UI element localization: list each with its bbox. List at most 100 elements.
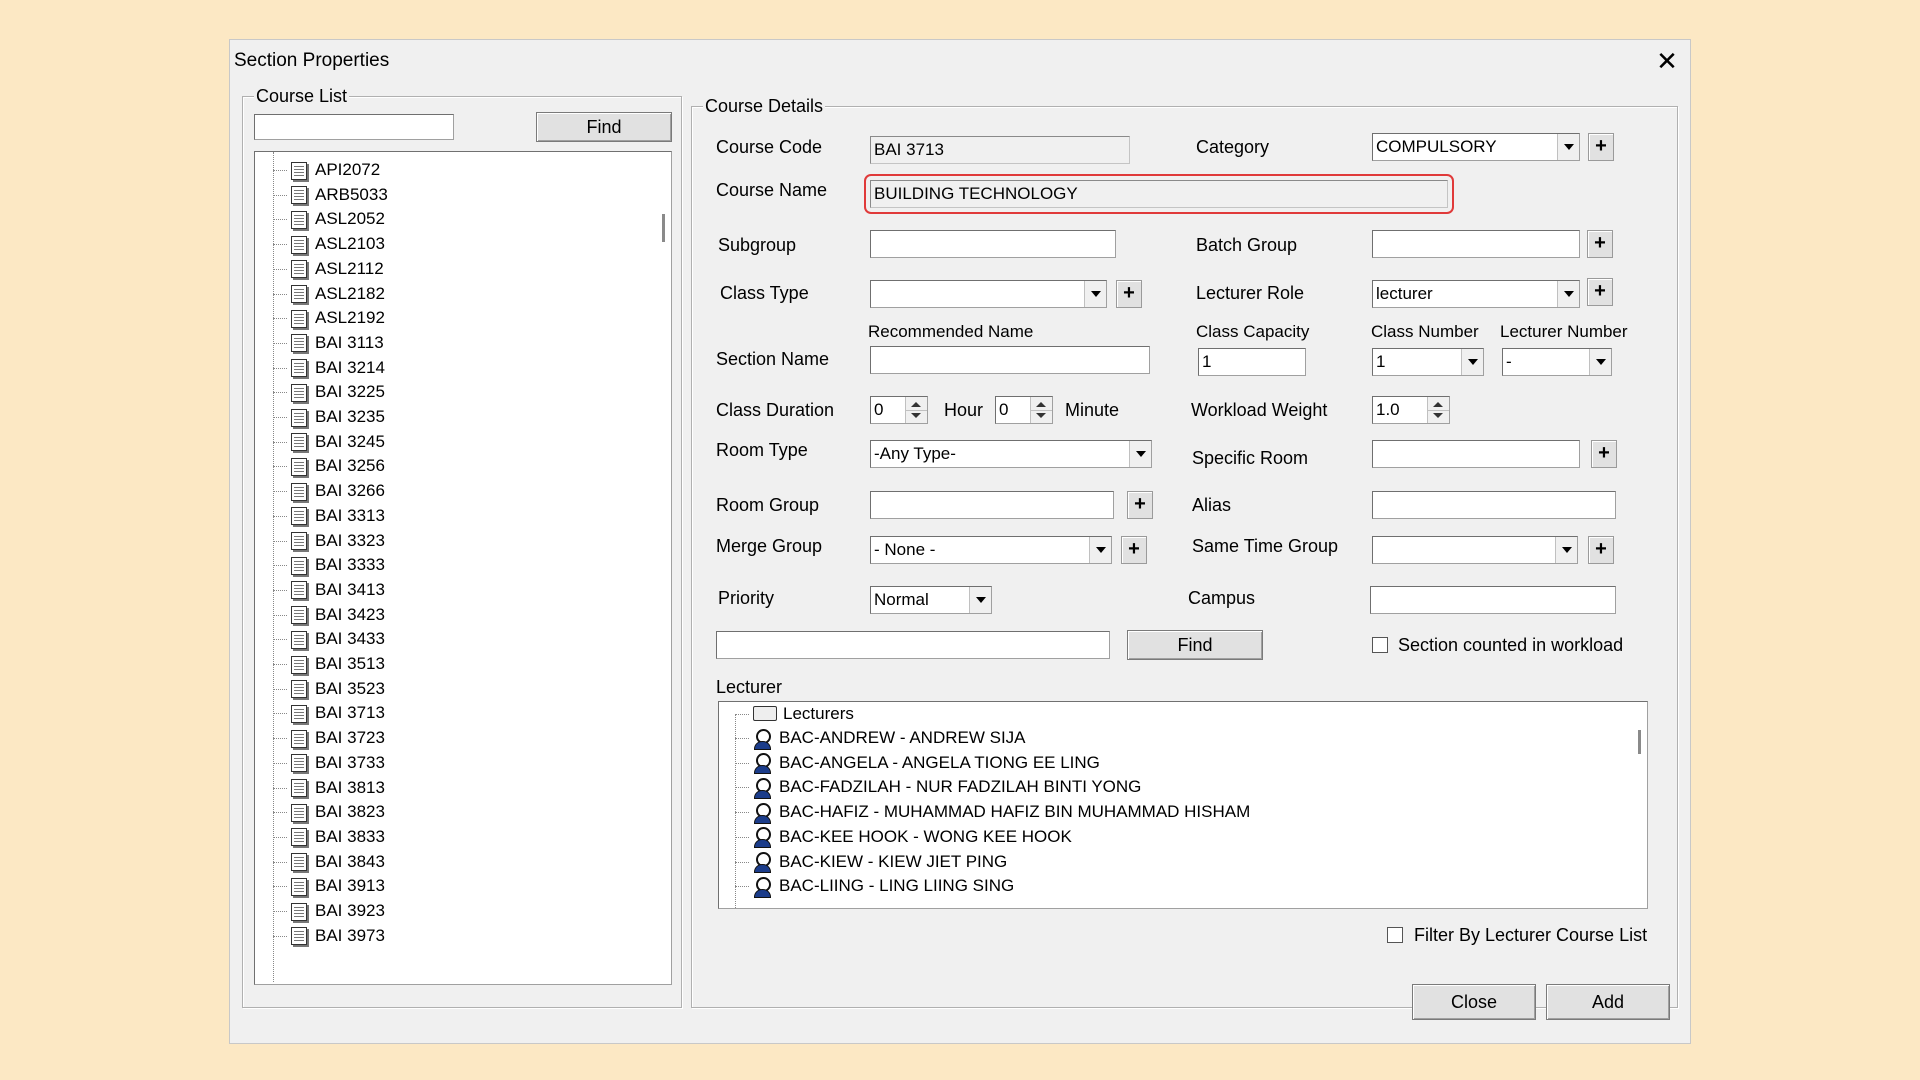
subgroup-label: Subgroup bbox=[718, 235, 797, 255]
hour-spinner[interactable]: 0 bbox=[870, 396, 928, 424]
course-list-item[interactable]: BAI 3423 bbox=[273, 603, 385, 627]
course-list-item[interactable]: BAI 3256 bbox=[273, 454, 385, 478]
course-details-label: Course Details bbox=[703, 96, 826, 117]
lecturer-item[interactable]: BAC-ANDREW - ANDREW SIJA bbox=[735, 726, 1026, 750]
room-type-select[interactable]: -Any Type- bbox=[870, 440, 1152, 468]
course-list-item[interactable]: ASL2052 bbox=[273, 207, 385, 231]
campus-field[interactable] bbox=[1370, 586, 1616, 614]
batch-group-field[interactable] bbox=[1372, 230, 1580, 258]
add-specific-room-button[interactable]: + bbox=[1591, 440, 1617, 468]
workload-checkbox[interactable] bbox=[1372, 637, 1388, 653]
course-list-item-label: BAI 3113 bbox=[315, 332, 384, 352]
lecturer-item[interactable]: BAC-KIEW - KIEW JIET PING bbox=[735, 850, 1007, 874]
lecturer-number-select[interactable]: - bbox=[1502, 348, 1612, 376]
course-list-item[interactable]: BAI 3333 bbox=[273, 553, 385, 577]
course-find-button[interactable]: Find bbox=[536, 112, 672, 142]
filter-lecturer-checkbox[interactable] bbox=[1387, 927, 1403, 943]
lecturer-search-input[interactable] bbox=[716, 631, 1110, 659]
tree-branch bbox=[273, 367, 287, 369]
course-search-input[interactable] bbox=[254, 114, 454, 140]
spin-arrows-icon[interactable] bbox=[905, 397, 927, 423]
course-list-item[interactable]: ASL2182 bbox=[273, 282, 385, 306]
class-number-select[interactable]: 1 bbox=[1372, 348, 1484, 376]
recommended-name-label: Recommended Name bbox=[868, 322, 1034, 341]
course-list-item[interactable]: BAI 3973 bbox=[273, 924, 385, 948]
course-list-item[interactable]: ARB5033 bbox=[273, 183, 388, 207]
add-category-button[interactable]: + bbox=[1588, 133, 1614, 161]
subgroup-field[interactable] bbox=[870, 230, 1116, 258]
course-tree-scroll-thumb[interactable] bbox=[662, 214, 665, 242]
course-list-item[interactable]: BAI 3323 bbox=[273, 529, 385, 553]
merge-group-label: Merge Group bbox=[716, 536, 823, 556]
lecturer-item[interactable]: BAC-HAFIZ - MUHAMMAD HAFIZ BIN MUHAMMAD … bbox=[735, 800, 1250, 824]
section-name-field[interactable] bbox=[870, 346, 1150, 374]
merge-group-select[interactable]: - None - bbox=[870, 536, 1112, 564]
lecturer-item[interactable]: BAC-FADZILAH - NUR FADZILAH BINTI YONG bbox=[735, 775, 1141, 799]
course-list-item[interactable]: BAI 3813 bbox=[273, 776, 385, 800]
course-list-item[interactable]: BAI 3313 bbox=[273, 504, 385, 528]
course-tree-scrollbar[interactable] bbox=[659, 152, 671, 984]
course-list-item[interactable]: BAI 3523 bbox=[273, 677, 385, 701]
course-list-item[interactable]: ASL2103 bbox=[273, 232, 385, 256]
spin-arrows-icon[interactable] bbox=[1427, 397, 1449, 423]
course-list-item[interactable]: ASL2112 bbox=[273, 257, 384, 281]
lecturer-tree-scrollbar[interactable] bbox=[1633, 702, 1647, 908]
course-list-item[interactable]: BAI 3513 bbox=[273, 652, 385, 676]
course-list-item[interactable]: BAI 3235 bbox=[273, 405, 385, 429]
same-time-group-select[interactable] bbox=[1372, 536, 1578, 564]
minute-spinner[interactable]: 0 bbox=[995, 396, 1053, 424]
class-capacity-field[interactable]: 1 bbox=[1198, 348, 1306, 376]
course-list-item[interactable]: BAI 3723 bbox=[273, 726, 385, 750]
close-icon[interactable]: ✕ bbox=[1650, 44, 1684, 78]
add-room-group-button[interactable]: + bbox=[1127, 491, 1153, 519]
course-list-item[interactable]: BAI 3823 bbox=[273, 800, 385, 824]
priority-select[interactable]: Normal bbox=[870, 586, 992, 614]
course-list-item[interactable]: API2072 bbox=[273, 158, 380, 182]
course-list-item[interactable]: BAI 3923 bbox=[273, 899, 385, 923]
lecturer-find-button[interactable]: Find bbox=[1127, 630, 1263, 660]
course-list-item[interactable]: BAI 3433 bbox=[273, 627, 385, 651]
tree-branch bbox=[273, 738, 287, 740]
add-lecturer-role-button[interactable]: + bbox=[1587, 278, 1613, 306]
course-list-item[interactable]: BAI 3713 bbox=[273, 701, 385, 725]
add-batch-group-button[interactable]: + bbox=[1587, 230, 1613, 258]
course-list-item[interactable]: ASL2192 bbox=[273, 306, 385, 330]
alias-field[interactable] bbox=[1372, 491, 1616, 519]
course-list-label: Course List bbox=[254, 86, 350, 107]
course-list-item[interactable]: BAI 3225 bbox=[273, 380, 385, 404]
spin-arrows-icon[interactable] bbox=[1030, 397, 1052, 423]
lecturer-tree-scroll-thumb[interactable] bbox=[1638, 730, 1641, 754]
specific-room-field[interactable] bbox=[1372, 440, 1580, 468]
lecturer-role-select[interactable]: lecturer bbox=[1372, 280, 1580, 308]
course-list-item-label: BAI 3523 bbox=[315, 678, 385, 698]
course-list-item-label: BAI 3323 bbox=[315, 530, 385, 550]
course-list-item[interactable]: BAI 3214 bbox=[273, 356, 385, 380]
add-same-time-group-button[interactable]: + bbox=[1588, 536, 1614, 564]
course-list-item-label: BAI 3433 bbox=[315, 629, 385, 649]
add-class-type-button[interactable]: + bbox=[1116, 280, 1142, 308]
class-type-select[interactable] bbox=[870, 280, 1107, 308]
course-list-item[interactable]: BAI 3733 bbox=[273, 751, 385, 775]
course-list-item[interactable]: BAI 3913 bbox=[273, 874, 385, 898]
course-list-item[interactable]: BAI 3266 bbox=[273, 479, 385, 503]
category-select[interactable]: COMPULSORY bbox=[1372, 133, 1580, 161]
lecturer-item[interactable]: BAC-KEE HOOK - WONG KEE HOOK bbox=[735, 825, 1072, 849]
course-list-item[interactable]: BAI 3113 bbox=[273, 331, 384, 355]
add-button[interactable]: Add bbox=[1546, 984, 1670, 1020]
lecturer-item[interactable]: BAC-LIING - LING LIING SING bbox=[735, 874, 1014, 898]
course-tree[interactable]: API2072 ARB5033 ASL2052 ASL2103 ASL2112 ASL21… bbox=[254, 151, 672, 985]
course-list-item[interactable]: BAI 3245 bbox=[273, 430, 385, 454]
lecturer-tree[interactable]: Lecturers BAC-ANDREW - ANDREW SIJA BAC-AN… bbox=[718, 701, 1648, 909]
room-group-field[interactable] bbox=[870, 491, 1114, 519]
priority-label: Priority bbox=[718, 588, 775, 608]
close-button[interactable]: Close bbox=[1412, 984, 1536, 1020]
course-list-item[interactable]: BAI 3843 bbox=[273, 850, 385, 874]
document-icon bbox=[291, 532, 307, 551]
lecturer-item[interactable]: BAC-ANGELA - ANGELA TIONG EE LING bbox=[735, 751, 1100, 775]
lecturers-root[interactable]: Lecturers bbox=[735, 702, 854, 726]
class-type-label: Class Type bbox=[720, 283, 809, 303]
workload-weight-spinner[interactable]: 1.0 bbox=[1372, 396, 1450, 424]
add-merge-group-button[interactable]: + bbox=[1121, 536, 1147, 564]
course-list-item[interactable]: BAI 3413 bbox=[273, 578, 385, 602]
course-list-item[interactable]: BAI 3833 bbox=[273, 825, 385, 849]
